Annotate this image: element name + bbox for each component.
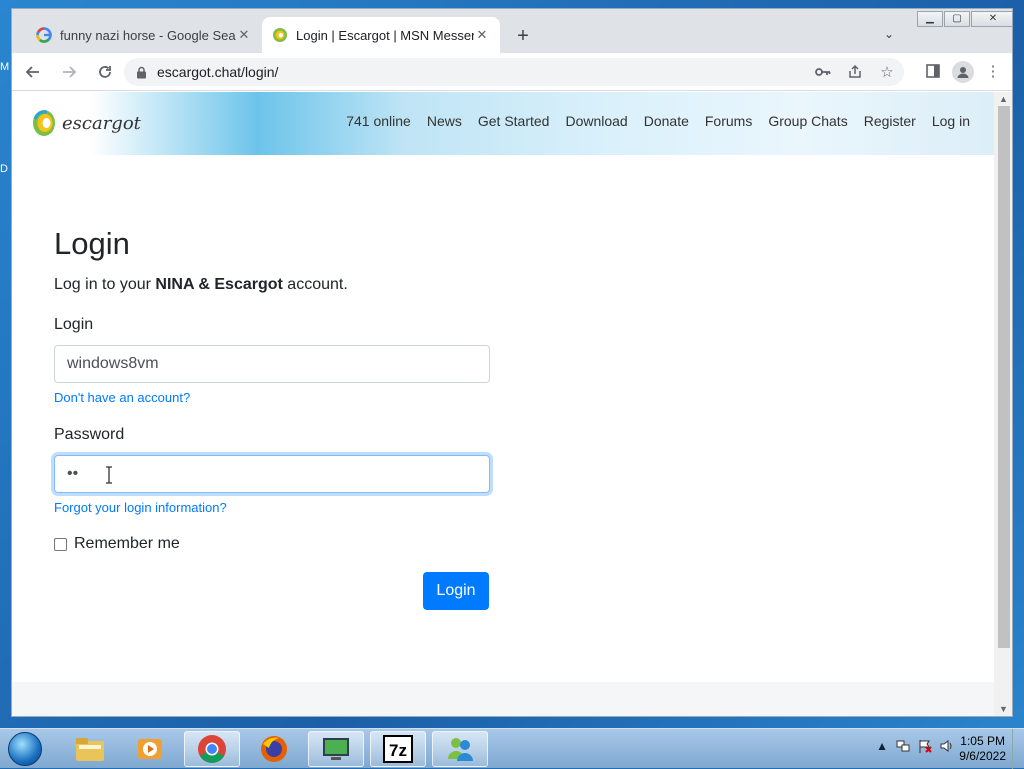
login-input-value: windows8vm (67, 355, 159, 372)
taskbar-messenger[interactable] (432, 731, 488, 767)
address-text: escargot.chat/login/ (157, 64, 279, 80)
subtitle-text: Log in to your (54, 276, 156, 293)
subtitle-text: account. (282, 276, 348, 293)
chevron-down-icon[interactable]: ⌄ (884, 27, 894, 41)
checkbox-icon[interactable] (54, 537, 67, 551)
nav-donate[interactable]: Donate (644, 113, 689, 129)
nav-log-in[interactable]: Log in (932, 113, 970, 129)
google-g-icon (36, 27, 52, 43)
network-icon[interactable] (896, 739, 910, 756)
clock-time: 1:05 PM (960, 734, 1005, 748)
remember-me-label: Remember me (74, 535, 180, 552)
media-player-icon (138, 739, 162, 759)
nav-group-chats[interactable]: Group Chats (768, 113, 847, 129)
escargot-icon (272, 27, 288, 43)
forgot-login-link[interactable]: Forgot your login information? (54, 500, 227, 515)
7zip-icon: 7z (383, 735, 413, 763)
action-center-flag-icon[interactable] (918, 739, 932, 756)
login-input[interactable]: windows8vm (54, 345, 490, 383)
subtitle-bold-text: NINA & Escargot (155, 276, 283, 293)
maximize-button[interactable]: ▢ (944, 11, 970, 27)
star-icon[interactable]: ☆ (876, 62, 898, 82)
reload-button[interactable] (90, 57, 120, 87)
taskbar-media-player[interactable] (122, 731, 178, 767)
taskbar-7zip[interactable]: 7z (370, 731, 426, 767)
password-label: Password (54, 426, 125, 443)
folder-icon (76, 738, 104, 761)
page-title: Login (54, 226, 130, 261)
desktop-edge-letter: D (0, 163, 8, 175)
page-scrollbar[interactable]: ▲ ▼ (994, 92, 1012, 716)
tab-title: funny nazi horse - Google Search (60, 27, 236, 43)
more-vertical-icon[interactable]: ⋮ (982, 61, 1004, 81)
share-icon[interactable] (844, 62, 866, 82)
window-close-button[interactable]: ✕ (971, 11, 1012, 27)
address-bar[interactable]: escargot.chat/login/ ☆ (124, 58, 904, 86)
new-tab-button[interactable]: + (512, 25, 534, 47)
arrow-right-icon (63, 65, 77, 78)
taskbar: 7z ▲ 1:05 PM 9/6/2022 (0, 728, 1024, 769)
tab-escargot-login[interactable]: Login | Escargot | MSN Messenger ✕ (262, 17, 500, 53)
taskbar-clock[interactable]: 1:05 PM 9/6/2022 (959, 734, 1006, 764)
arrow-left-icon (25, 65, 39, 78)
site-header: escargot 741 online News Get Started Dow… (12, 92, 994, 155)
password-input[interactable]: •• (54, 455, 490, 493)
login-button[interactable]: Login (423, 572, 489, 610)
login-label: Login (54, 316, 94, 333)
site-nav: 741 online News Get Started Download Don… (346, 113, 970, 129)
escargot-logo-icon (33, 110, 55, 136)
monitor-icon (323, 738, 349, 760)
forward-button[interactable] (54, 57, 84, 87)
taskbar-explorer[interactable] (62, 731, 118, 767)
show-desktop-button[interactable] (1012, 729, 1024, 769)
windows-logo-icon (8, 732, 42, 766)
nav-get-started[interactable]: Get Started (478, 113, 550, 129)
minimize-button[interactable]: ▁ (917, 11, 943, 27)
chevron-up-icon[interactable]: ▲ (876, 739, 888, 756)
scroll-thumb[interactable] (998, 106, 1010, 648)
no-account-link[interactable]: Don't have an account? (54, 390, 190, 405)
desktop-edge-letter: M (0, 61, 10, 73)
close-icon[interactable]: ✕ (236, 27, 252, 43)
password-input-value: •• (67, 465, 79, 482)
reload-icon (99, 65, 111, 78)
nav-register[interactable]: Register (864, 113, 916, 129)
scroll-down-icon[interactable]: ▼ (999, 704, 1008, 714)
chrome-icon (198, 735, 226, 763)
start-button[interactable] (4, 730, 46, 768)
text-cursor-icon (106, 466, 112, 484)
window-controls: ▁ ▢ ✕ (916, 11, 1012, 27)
taskbar-firefox[interactable] (246, 731, 302, 767)
browser-toolbar: escargot.chat/login/ ☆ ⋮ (12, 53, 1012, 91)
site-logo[interactable]: escargot (32, 109, 141, 137)
side-panel-icon[interactable] (922, 61, 944, 81)
clock-date: 9/6/2022 (959, 749, 1006, 763)
nav-news[interactable]: News (427, 113, 462, 129)
key-icon[interactable] (812, 62, 834, 82)
firefox-icon (261, 736, 287, 762)
taskbar-chrome[interactable] (184, 731, 240, 767)
taskbar-virtual-machine[interactable] (308, 731, 364, 767)
remember-me-checkbox[interactable]: Remember me (54, 535, 180, 553)
scroll-up-icon[interactable]: ▲ (999, 94, 1008, 104)
close-icon[interactable]: ✕ (474, 27, 490, 43)
tab-google-search[interactable]: funny nazi horse - Google Search ✕ (26, 17, 262, 53)
messenger-buddies-icon (448, 738, 473, 761)
system-tray: ▲ (876, 739, 954, 756)
profile-avatar-icon[interactable] (952, 61, 974, 83)
back-button[interactable] (18, 57, 48, 87)
nav-online-count: 741 online (346, 113, 411, 129)
nav-forums[interactable]: Forums (705, 113, 752, 129)
page-subtitle: Log in to your NINA & Escargot account. (54, 276, 348, 294)
tab-title: Login | Escargot | MSN Messenger (296, 27, 474, 43)
svg-text:7z: 7z (389, 741, 407, 760)
logo-wordmark: escargot (62, 112, 141, 134)
page-footer (12, 682, 994, 716)
nav-download[interactable]: Download (565, 113, 627, 129)
page-viewport: escargot 741 online News Get Started Dow… (12, 92, 994, 716)
lock-icon[interactable] (136, 66, 147, 79)
volume-icon[interactable] (940, 739, 954, 756)
tab-strip: funny nazi horse - Google Search ✕ Login… (12, 9, 1012, 53)
browser-window: funny nazi horse - Google Search ✕ Login… (11, 8, 1013, 717)
